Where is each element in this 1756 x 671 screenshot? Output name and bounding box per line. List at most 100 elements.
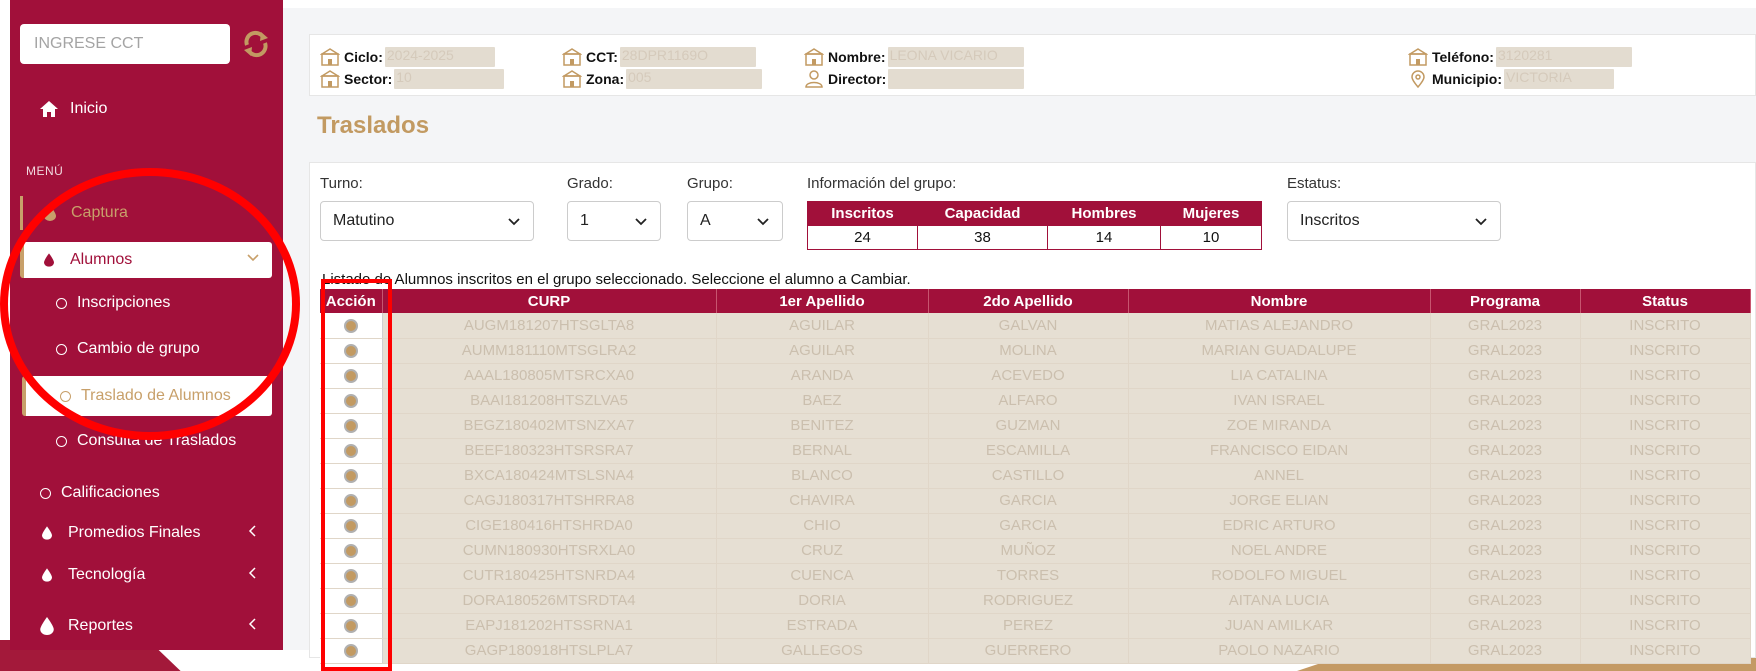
- table-row: BXCA180424MTSLSNA4 BLANCO CASTILLO ANNEL GRA…: [320, 463, 1751, 489]
- curp-cell: AUMM181110MTSGLRA2: [382, 338, 717, 364]
- info-director: Director:: [804, 69, 1025, 89]
- curp-cell: AAAL180805MTSRCXA0: [382, 363, 717, 389]
- action-cell: [320, 613, 383, 639]
- location-icon: [1408, 70, 1428, 88]
- apellido1-cell: CUENCA: [716, 563, 929, 589]
- apellido1-cell: AGUILAR: [716, 313, 929, 339]
- table-row: AUGM181207HTSGLTA8 AGUILAR GALVAN MATIAS AL…: [320, 313, 1751, 339]
- nav-reportes[interactable]: Reportes: [36, 617, 256, 635]
- circle-icon: [56, 343, 67, 355]
- chevron-down-icon: [507, 214, 521, 233]
- action-cell: [320, 563, 383, 589]
- telefono-label: Teléfono:: [1432, 49, 1494, 65]
- apellido2-cell: ALFARO: [928, 388, 1129, 414]
- select-student-button[interactable]: [343, 318, 358, 333]
- programa-cell: GRAL2023: [1430, 563, 1581, 589]
- school-icon: [562, 70, 582, 88]
- info-municipio: Municipio: VICTORIA: [1408, 69, 1614, 89]
- table-row: CAGJ180317HTSHRRA8 CHAVIRA GARCIA JORGE ELI…: [320, 488, 1751, 514]
- action-cell: [320, 538, 383, 564]
- apellido1-cell: BAEZ: [716, 388, 929, 414]
- curp-cell: DORA180526MTSRDTA4: [382, 588, 717, 614]
- programa-cell: GRAL2023: [1430, 538, 1581, 564]
- nav-cambio-grupo[interactable]: Cambio de grupo: [56, 340, 200, 358]
- nav-captura[interactable]: Captura: [20, 196, 250, 230]
- grado-select[interactable]: 1: [567, 201, 661, 241]
- curp-cell: CUTR180425HTSNRDA4: [382, 563, 717, 589]
- apellido1-cell: DORIA: [716, 588, 929, 614]
- select-student-button[interactable]: [343, 419, 358, 434]
- info-sector: Sector: 10: [320, 69, 505, 89]
- select-student-button[interactable]: [343, 394, 358, 409]
- circle-icon: [60, 390, 71, 402]
- turno-select[interactable]: Matutino: [320, 201, 534, 241]
- select-student-button[interactable]: [343, 444, 358, 459]
- school-icon: [320, 70, 340, 88]
- turno-label: Turno:: [320, 175, 363, 192]
- select-student-button[interactable]: [343, 494, 358, 509]
- table-row: EAPJ181202HTSSRNA1 ESTRADA PEREZ JUAN AMILK…: [320, 613, 1751, 639]
- refresh-icon[interactable]: [240, 24, 272, 64]
- apellido1-cell: GALLEGOS: [716, 638, 929, 664]
- group-info-header: Inscritos: [807, 201, 918, 226]
- nav-tecnologia[interactable]: Tecnología: [36, 566, 256, 584]
- estatus-select[interactable]: Inscritos: [1287, 201, 1501, 241]
- drop-icon: [36, 526, 58, 540]
- select-student-button[interactable]: [343, 469, 358, 484]
- nav-traslado-alumnos[interactable]: Traslado de Alumnos: [22, 376, 272, 416]
- nombre-label: Nombre:: [828, 49, 886, 65]
- apellido1-cell: BERNAL: [716, 438, 929, 464]
- grupo-select[interactable]: A: [687, 201, 783, 241]
- nav-calificaciones-label: Calificaciones: [61, 484, 160, 501]
- nav-alumnos[interactable]: Alumnos: [20, 242, 272, 278]
- nombre-cell: JORGE ELIAN: [1128, 488, 1431, 514]
- select-student-button[interactable]: [343, 519, 358, 534]
- nombre-cell: EDRIC ARTURO: [1128, 513, 1431, 539]
- chevron-down-icon: [246, 250, 260, 269]
- circle-icon: [56, 435, 67, 447]
- column-header-status: Status: [1580, 289, 1751, 313]
- sector-label: Sector:: [344, 71, 393, 87]
- select-student-button[interactable]: [343, 544, 358, 559]
- sidebar: Inicio MENÚ Captura Alumnos Inscripcione…: [10, 0, 283, 650]
- select-student-button[interactable]: [343, 594, 358, 609]
- nombre-cell: PAOLO NAZARIO: [1128, 638, 1431, 664]
- programa-cell: GRAL2023: [1430, 588, 1581, 614]
- cct-input[interactable]: [20, 24, 230, 64]
- table-row: BAAI181208HTSZLVA5 BAEZ ALFARO IVAN ISRAEL G…: [320, 388, 1751, 414]
- select-student-button[interactable]: [343, 344, 358, 359]
- curp-cell: CAGJ180317HTSHRRA8: [382, 488, 717, 514]
- status-cell: INSCRITO: [1580, 638, 1751, 664]
- apellido2-cell: PEREZ: [928, 613, 1129, 639]
- cct-search: [20, 24, 272, 64]
- drop-icon: [36, 617, 58, 635]
- select-student-button[interactable]: [343, 569, 358, 584]
- curp-cell: BXCA180424MTSLSNA4: [382, 463, 717, 489]
- menu-label: MENÚ: [26, 164, 64, 178]
- action-cell: [320, 363, 383, 389]
- table-row: AAAL180805MTSRCXA0 ARANDA ACEVEDO LIA CATAL…: [320, 363, 1751, 389]
- programa-cell: GRAL2023: [1430, 363, 1581, 389]
- ciclo-label: Ciclo:: [344, 49, 383, 65]
- table-row: BEEF180323HTSRSRA7 BERNAL ESCAMILLA FRANCIS…: [320, 438, 1751, 464]
- nav-reportes-label: Reportes: [68, 617, 133, 634]
- nav-promedios-finales[interactable]: Promedios Finales: [36, 524, 256, 542]
- nav-inicio[interactable]: Inicio: [38, 100, 107, 118]
- select-student-button[interactable]: [343, 369, 358, 384]
- nav-inscripciones[interactable]: Inscripciones: [56, 294, 170, 312]
- group-info-inscritos: 24: [807, 225, 918, 250]
- nav-calificaciones[interactable]: Calificaciones: [40, 484, 160, 502]
- status-cell: INSCRITO: [1580, 613, 1751, 639]
- status-cell: INSCRITO: [1580, 363, 1751, 389]
- action-cell: [320, 513, 383, 539]
- circle-icon: [56, 297, 67, 309]
- nav-consulta-traslados[interactable]: Consulta de Traslados: [56, 432, 236, 450]
- status-cell: INSCRITO: [1580, 538, 1751, 564]
- select-student-button[interactable]: [343, 644, 358, 659]
- action-cell: [320, 488, 383, 514]
- traslados-card: Turno: Matutino Grado: 1 Grupo: A Inform…: [309, 162, 1756, 664]
- main-content: Ciclo: 2024-2025 Sector: 10 CCT: 28DPR11…: [283, 0, 1756, 664]
- action-cell: [320, 463, 383, 489]
- select-student-button[interactable]: [343, 619, 358, 634]
- curp-cell: CUMN180930HTSRXLA0: [382, 538, 717, 564]
